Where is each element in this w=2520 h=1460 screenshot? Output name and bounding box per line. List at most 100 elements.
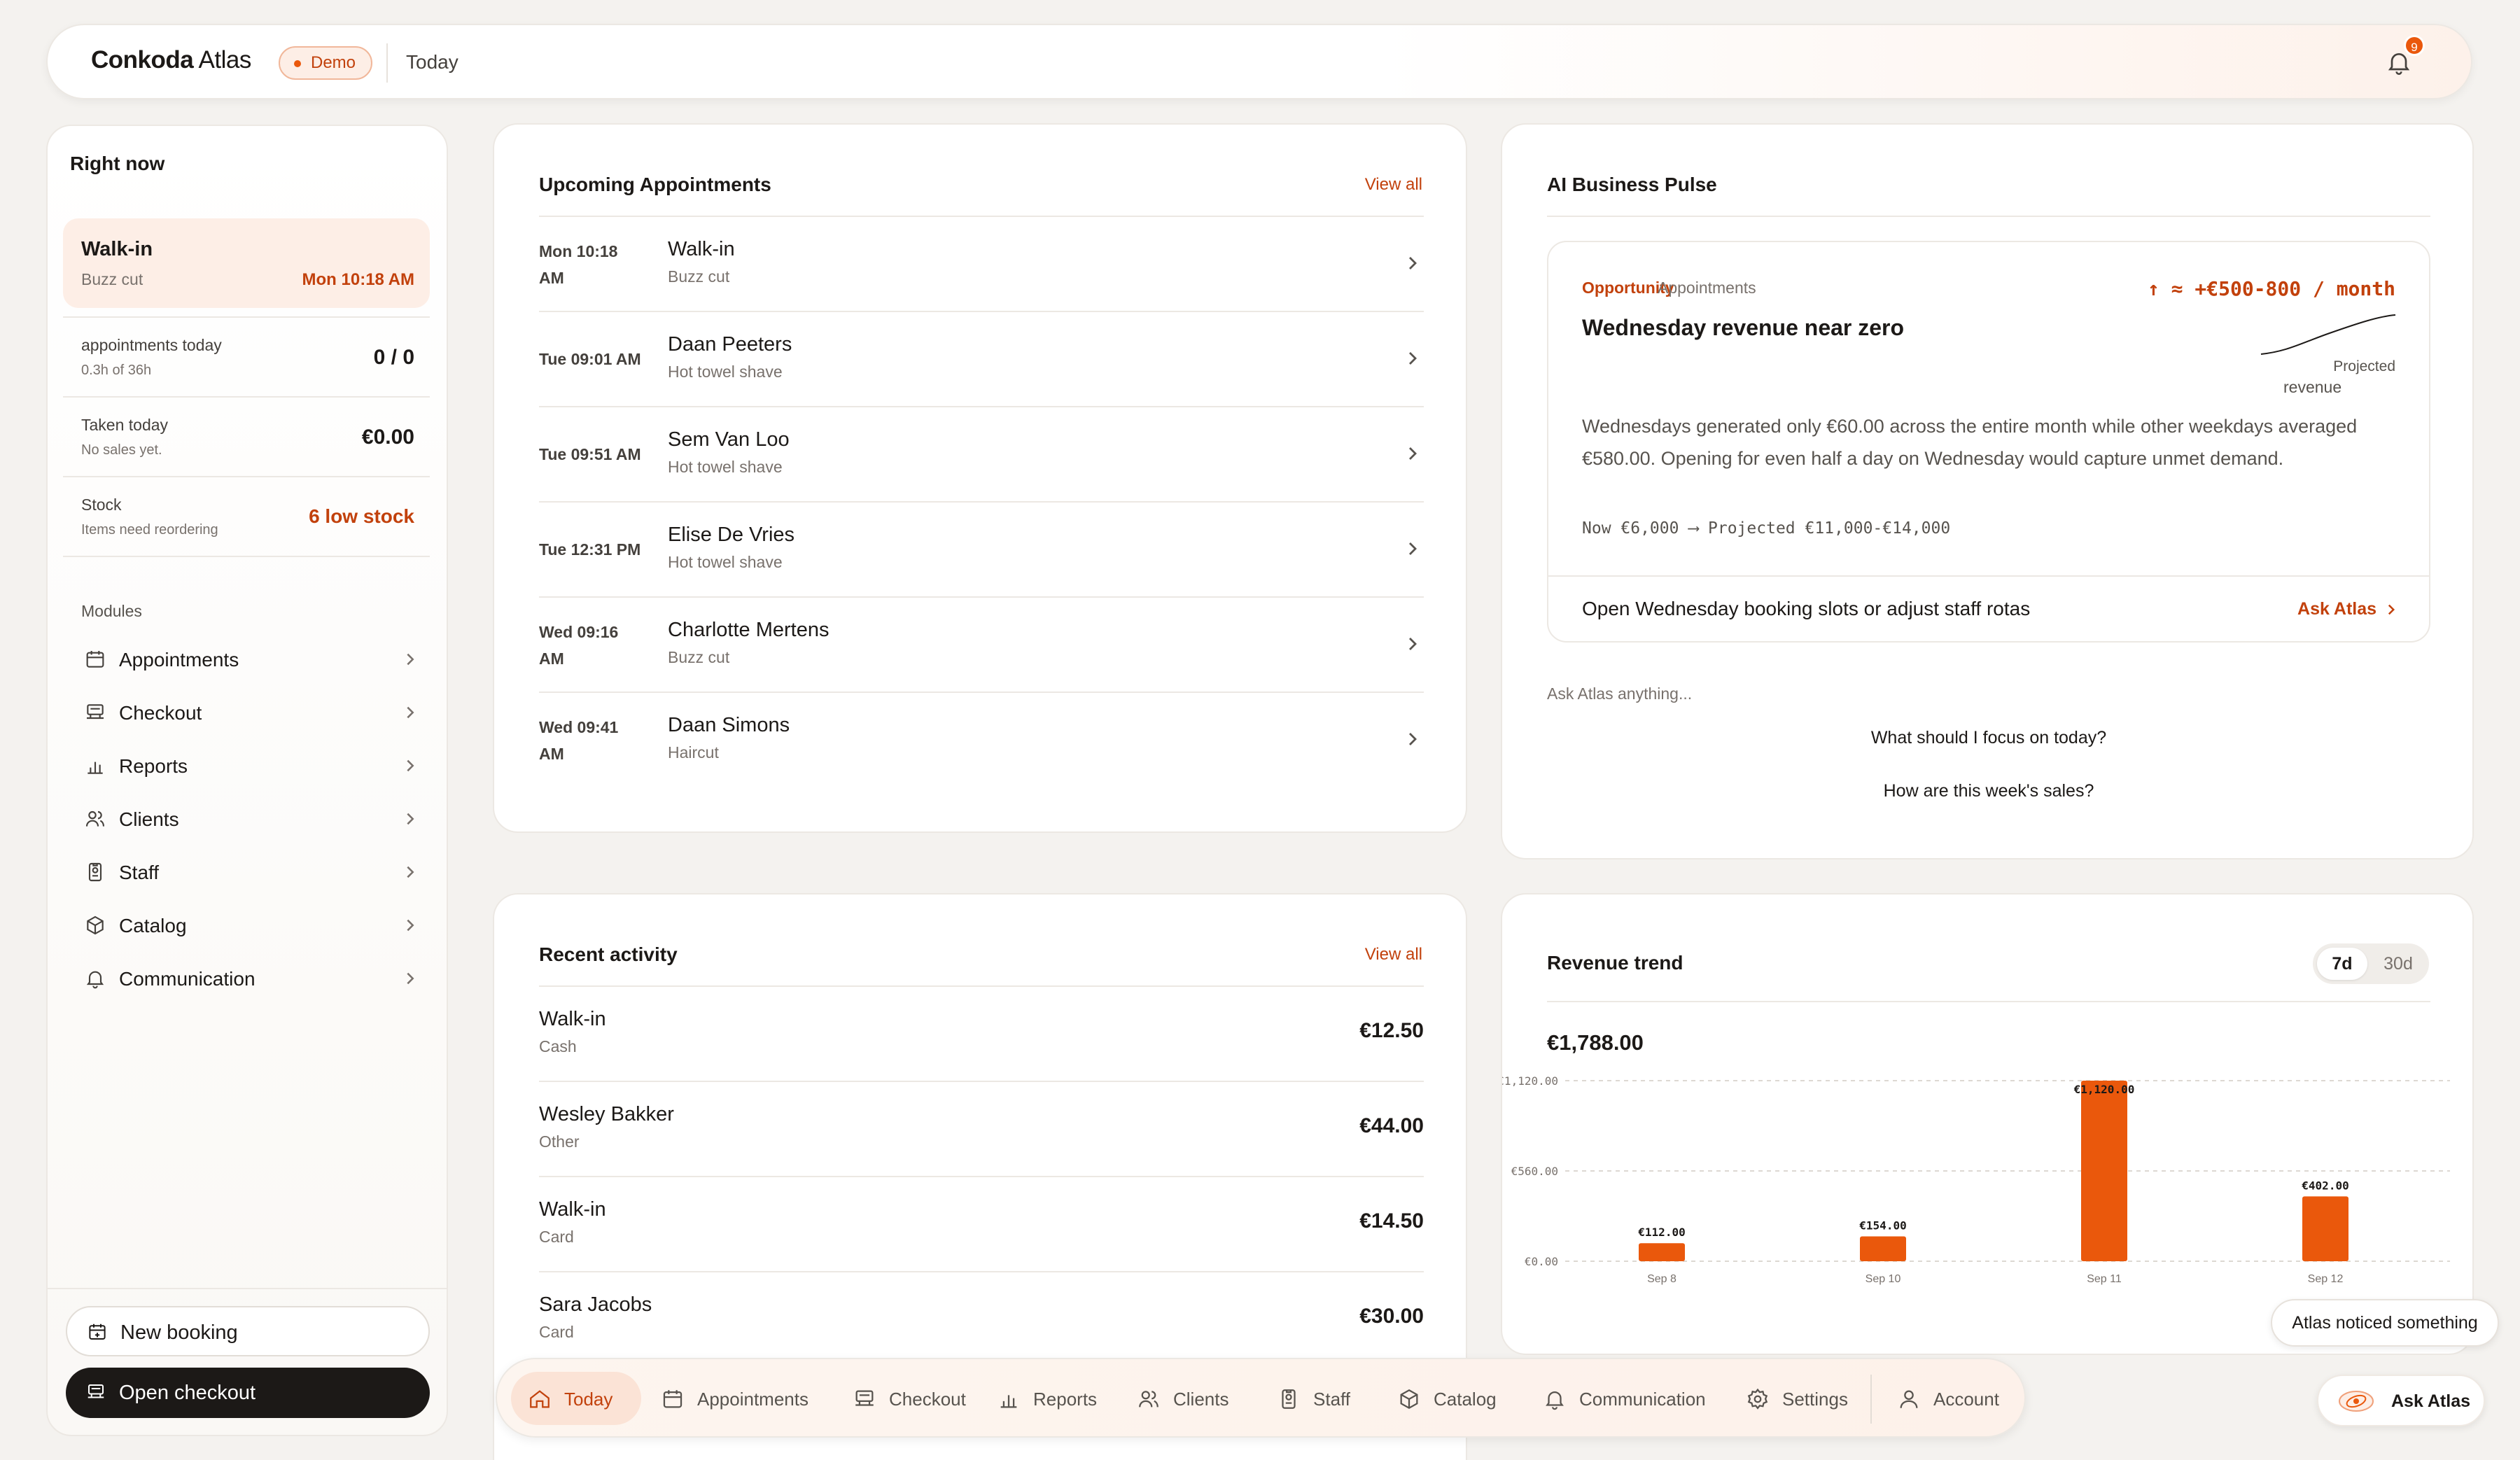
divider (63, 556, 430, 557)
current-time: Mon 10:18 AM (302, 270, 414, 289)
activity-row[interactable]: Wesley Bakker Other €44.00 (539, 1082, 1424, 1177)
revenue-total: €1,788.00 (1547, 1030, 1644, 1055)
nav-settings[interactable]: Settings (1729, 1372, 1866, 1425)
new-booking-button[interactable]: New booking (66, 1306, 430, 1356)
register-icon (853, 1387, 876, 1411)
open-checkout-button[interactable]: Open checkout (66, 1368, 430, 1418)
atlas-noticed-popover[interactable]: Atlas noticed something (2271, 1299, 2499, 1347)
nav-label: Settings (1782, 1389, 1848, 1410)
calendar-icon (84, 648, 106, 671)
nav-communication[interactable]: Communication (1526, 1372, 1729, 1425)
activity-row[interactable]: Sara Jacobs Card €30.00 (539, 1272, 1424, 1368)
nav-staff[interactable]: Staff (1260, 1372, 1379, 1425)
activity-amount: €30.00 (1359, 1305, 1424, 1328)
activity-client: Wesley Bakker (539, 1103, 674, 1125)
activity-method: Other (539, 1132, 580, 1151)
bar-value-label: €402.00 (2302, 1179, 2348, 1192)
divider (1547, 1001, 2430, 1002)
chevron-right-icon (1406, 540, 1420, 557)
revenue-label: revenue (2283, 378, 2342, 396)
range-30d-button[interactable]: 30d (2373, 948, 2423, 980)
insight-numbers: Now €6,000 ⟶ Projected €11,000-€14,000 (1582, 519, 1951, 538)
module-label: Catalog (119, 915, 187, 936)
activity-row[interactable]: Walk-in Cash €12.50 (539, 987, 1424, 1082)
nav-appointments[interactable]: Appointments (644, 1372, 827, 1425)
nav-catalog[interactable]: Catalog (1380, 1372, 1520, 1425)
chevron-right-icon (403, 918, 417, 933)
suggestion-chip[interactable]: What should I focus on today? (1547, 728, 2430, 748)
module-label: Clients (119, 808, 179, 830)
nav-label: Staff (1313, 1389, 1351, 1410)
module-clients[interactable]: Clients (76, 794, 433, 844)
module-communication[interactable]: Communication (76, 953, 433, 1004)
badge-icon (1277, 1387, 1301, 1411)
divider (1547, 216, 2430, 217)
x-tick-label: Sep 11 (2087, 1273, 2122, 1285)
chevron-right-icon (403, 705, 417, 720)
activity-amount: €12.50 (1359, 1019, 1424, 1042)
module-reports[interactable]: Reports (76, 740, 433, 791)
kpi-label: Taken today (81, 416, 169, 434)
appointment-row[interactable]: Mon 10:18 AM Walk-in Buzz cut (539, 217, 1424, 312)
x-tick-label: Sep 12 (2308, 1273, 2344, 1285)
range-7d-button[interactable]: 7d (2317, 948, 2367, 980)
kpi-stock[interactable]: Stock Items need reordering 6 low stock (63, 476, 430, 556)
home-icon (528, 1387, 552, 1411)
ask-atlas-input[interactable]: Ask Atlas anything... (1547, 685, 1692, 703)
insight-category: Appointments (1658, 279, 1756, 297)
suggestion-chip[interactable]: How are this week's sales? (1547, 781, 2430, 801)
module-catalog[interactable]: Catalog (76, 900, 433, 950)
nav-account[interactable]: Account (1880, 1372, 2017, 1425)
nav-reports[interactable]: Reports (980, 1372, 1120, 1425)
appointment-service: Hot towel shave (668, 458, 783, 476)
ask-atlas-label: Ask Atlas (2391, 1391, 2471, 1411)
appointment-service: Buzz cut (668, 267, 730, 286)
activity-client: Walk-in (539, 1198, 606, 1221)
view-all-appointments-link[interactable]: View all (1365, 175, 1422, 195)
nav-today[interactable]: Today (511, 1372, 641, 1425)
view-all-activity-link[interactable]: View all (1365, 945, 1422, 964)
ask-atlas-link[interactable]: Ask Atlas (2297, 599, 2397, 619)
kpi-taken-today: Taken today No sales yet. €0.00 (63, 396, 430, 476)
module-label: Communication (119, 968, 255, 990)
appointment-row[interactable]: Tue 12:31 PM Elise De Vries Hot towel sh… (539, 503, 1424, 598)
appointment-row[interactable]: Wed 09:16 AM Charlotte Mertens Buzz cut (539, 598, 1424, 693)
nav-clients[interactable]: Clients (1120, 1372, 1253, 1425)
module-label: Staff (119, 862, 160, 883)
projected-label: Projected (2333, 358, 2395, 374)
nav-checkout[interactable]: Checkout (836, 1372, 986, 1425)
box-icon (1397, 1387, 1421, 1411)
badge-icon (84, 861, 106, 883)
current-service: Buzz cut (81, 270, 144, 288)
nav-label: Checkout (889, 1389, 966, 1410)
revenue-trend-card: Revenue trend 7d 30d €1,788.00 €0.00 €560… (1501, 893, 2474, 1355)
bell-icon (84, 967, 106, 990)
appointment-time: Mon 10:18 AM (539, 242, 618, 287)
appointment-row[interactable]: Tue 09:51 AM Sem Van Loo Hot towel shave (539, 407, 1424, 503)
activity-row[interactable]: Walk-in Card €14.50 (539, 1177, 1424, 1272)
x-tick-label: Sep 8 (1647, 1273, 1676, 1285)
y-tick-label: €1,120.00 (1502, 1074, 1558, 1088)
revenue-bar (1860, 1236, 1906, 1261)
appointment-time: Tue 09:51 AM (539, 445, 641, 463)
chevron-right-icon (403, 652, 417, 667)
current-appointment-card[interactable]: Walk-in Buzz cut Mon 10:18 AM (63, 218, 430, 308)
brand-logo[interactable]: Conkoda Atlas (91, 46, 251, 74)
kpi-appointments-today: appointments today 0.3h of 36h 0 / 0 (63, 316, 430, 396)
nav-label: Catalog (1434, 1389, 1497, 1410)
atlas-orb-icon (2337, 1386, 2376, 1417)
appointment-time: Wed 09:41 AM (539, 718, 619, 763)
appointment-client: Charlotte Mertens (668, 619, 830, 641)
appointment-row[interactable]: Tue 09:01 AM Daan Peeters Hot towel shav… (539, 312, 1424, 407)
divider (1548, 575, 2429, 577)
ask-atlas-button[interactable]: Ask Atlas (2317, 1375, 2485, 1426)
module-checkout[interactable]: Checkout (76, 687, 433, 738)
activity-amount: €14.50 (1359, 1209, 1424, 1233)
chevron-right-icon (403, 864, 417, 880)
appointment-row[interactable]: Wed 09:41 AM Daan Simons Haircut (539, 693, 1424, 788)
module-appointments[interactable]: Appointments (76, 634, 433, 685)
modules-title: Modules (81, 602, 142, 620)
kpi-value: 6 low stock (309, 505, 414, 527)
bar-value-label: €112.00 (1638, 1226, 1685, 1239)
module-staff[interactable]: Staff (76, 847, 433, 897)
